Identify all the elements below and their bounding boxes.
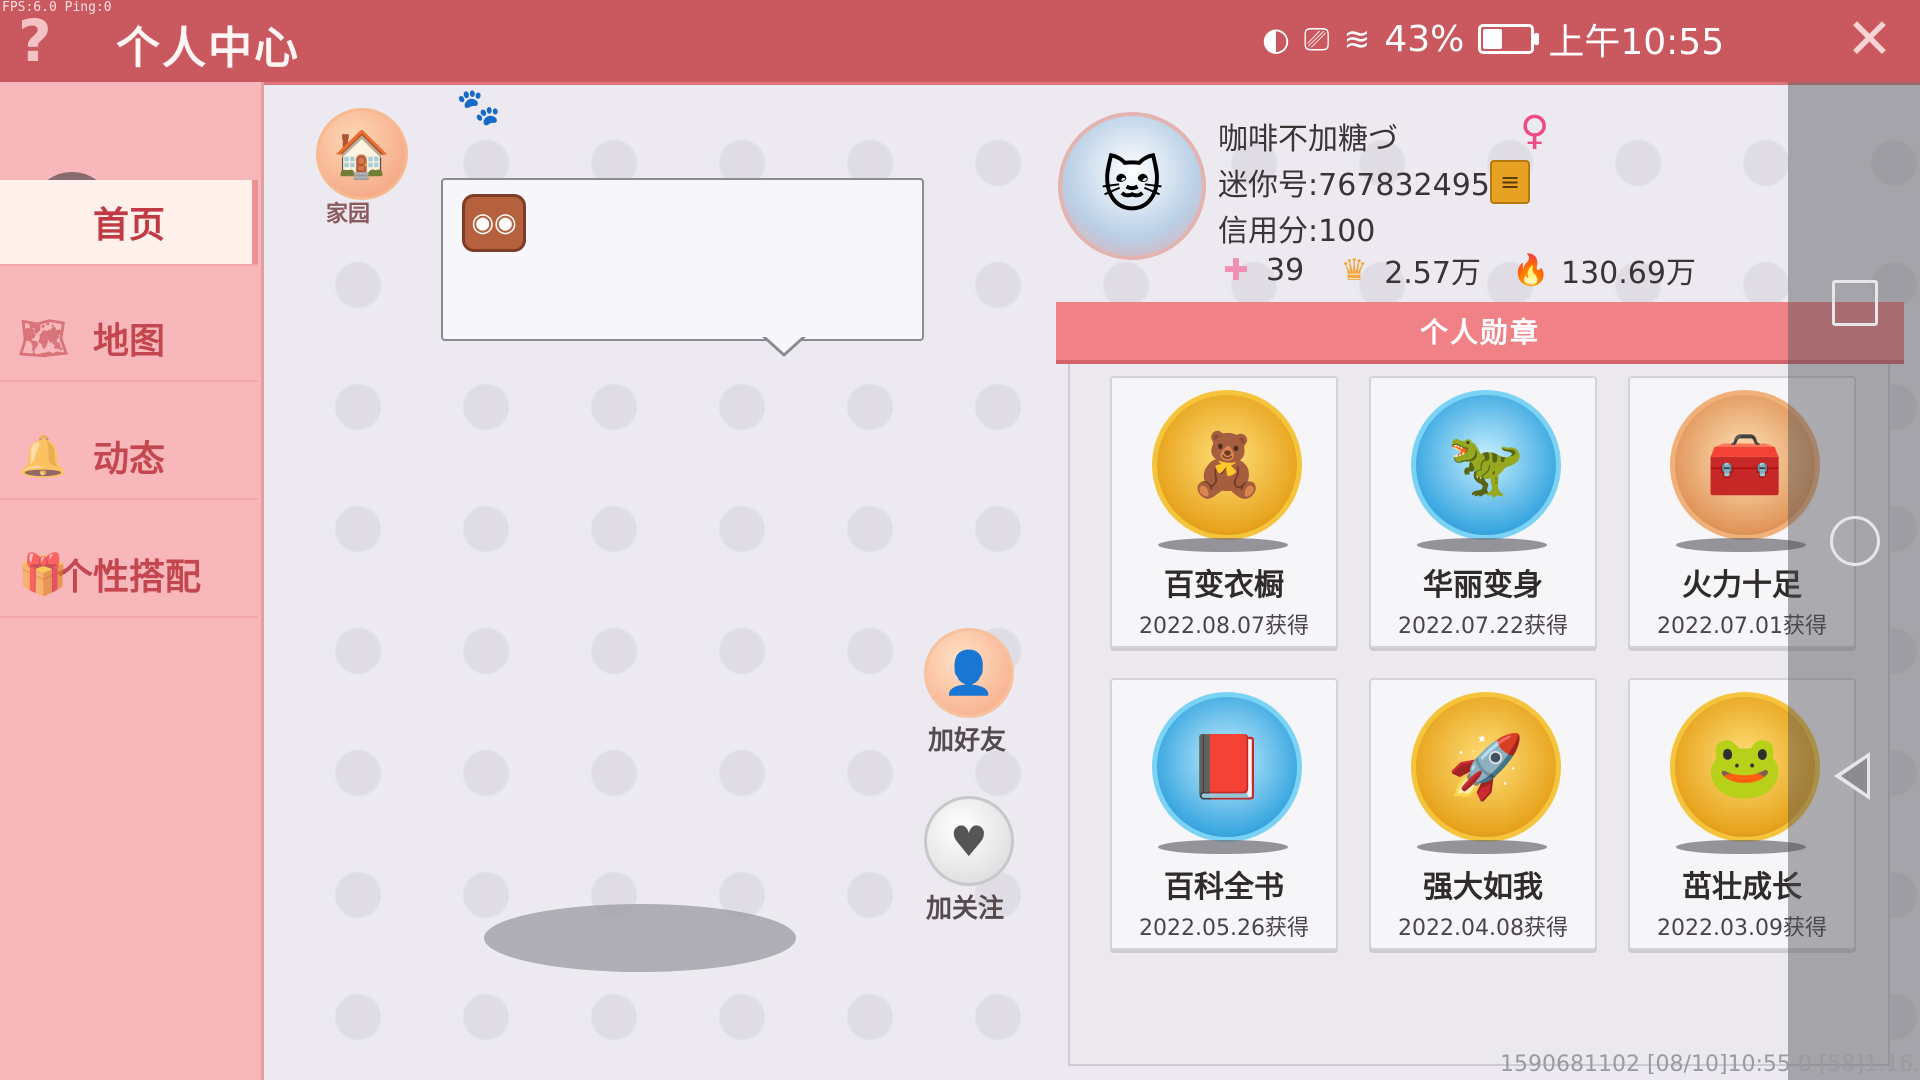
speech-bubble-tail-fill bbox=[764, 335, 804, 353]
mini-avatar-icon: ◉◉ bbox=[462, 194, 526, 252]
character-shadow bbox=[484, 904, 796, 972]
medal-date: 2022.05.26获得 bbox=[1139, 916, 1309, 941]
profile-stats: ✚ 39 ♛ 2.57万 🔥 130.69万 bbox=[1216, 248, 1726, 292]
system-status-bar: ◐ ⎚ ≋ 43% 上午10:55 bbox=[1262, 14, 1724, 64]
medal-name: 强大如我 bbox=[1423, 870, 1543, 905]
home-button[interactable]: 🏠 bbox=[316, 108, 408, 200]
sidebar-item-label: 个性搭配 bbox=[56, 557, 201, 598]
add-friend-button[interactable]: 👤 bbox=[924, 628, 1014, 718]
medal-shadow bbox=[1158, 538, 1288, 552]
pet-icon: 🐾 bbox=[456, 87, 501, 128]
nickname: 咖啡不加糖づ bbox=[1218, 122, 1398, 157]
medal-shadow bbox=[1417, 538, 1547, 552]
medal-encyclopedia-icon: 📕 bbox=[1152, 692, 1302, 842]
system-nav-overlay bbox=[1788, 82, 1920, 1080]
copy-id-button[interactable]: ≡ bbox=[1490, 160, 1530, 204]
follow-button[interactable]: ♥ bbox=[924, 796, 1014, 886]
character-portrait-icon: 🐱 bbox=[1100, 151, 1164, 221]
medal-card[interactable]: 🦖 华丽变身 2022.07.22获得 bbox=[1369, 376, 1597, 648]
medal-card[interactable]: 📕 百科全书 2022.05.26获得 bbox=[1110, 678, 1338, 950]
house-icon: 🏠 bbox=[333, 126, 391, 181]
medal-transform-icon: 🦖 bbox=[1411, 390, 1561, 540]
bell-icon: 🔔 bbox=[18, 433, 68, 480]
sidebar: 首页 🗺 地图 🔔 动态 🎁 个性搭配 bbox=[0, 82, 264, 1080]
medal-shadow bbox=[1158, 840, 1288, 854]
badge-count: 39 bbox=[1266, 252, 1305, 288]
heat-count: 130.69万 bbox=[1560, 256, 1696, 291]
page-title: 个人中心 bbox=[116, 23, 300, 74]
sidebar-item-outfit[interactable]: 🎁 个性搭配 bbox=[0, 532, 258, 618]
fire-icon: 🔥 bbox=[1512, 252, 1550, 288]
sidebar-item-label: 动态 bbox=[92, 439, 165, 480]
battery-level bbox=[1483, 29, 1503, 49]
clock: 上午10:55 bbox=[1548, 22, 1725, 63]
medal-name: 百变衣橱 bbox=[1164, 568, 1284, 603]
medal-date: 2022.08.07获得 bbox=[1139, 614, 1309, 639]
wardrobe-icon: 🎁 bbox=[18, 551, 68, 598]
home-nav-icon[interactable] bbox=[1830, 516, 1880, 566]
medal-card[interactable]: 🧸 百变衣橱 2022.08.07获得 bbox=[1110, 376, 1338, 648]
medal-strong-icon: 🚀 bbox=[1411, 692, 1561, 842]
sidebar-item-map[interactable]: 🗺 地图 bbox=[0, 296, 258, 382]
back-icon-inner bbox=[1841, 758, 1867, 794]
trophy-icon: ♛ bbox=[1340, 252, 1368, 288]
data-saver-icon: ◐ bbox=[1262, 20, 1290, 58]
cast-icon: ⎚ bbox=[1303, 19, 1330, 58]
help-icon[interactable]: ? bbox=[18, 10, 74, 72]
sidebar-item-label: 首页 bbox=[92, 205, 165, 246]
home-label: 家园 bbox=[326, 202, 371, 227]
mini-id: 迷你号:767832495 bbox=[1218, 168, 1490, 203]
popularity-count: 2.57万 bbox=[1384, 256, 1481, 291]
sidebar-item-feed[interactable]: 🔔 动态 bbox=[0, 414, 258, 500]
map-icon: 🗺 bbox=[18, 315, 69, 362]
female-gender-icon: ♀ bbox=[1520, 108, 1550, 154]
medal-panel-title: 个人勋章 bbox=[1056, 302, 1904, 364]
medal-shadow bbox=[1676, 538, 1806, 552]
heart-icon: ♥ bbox=[950, 816, 988, 866]
medal-shadow bbox=[1417, 840, 1547, 854]
credit-score: 信用分:100 bbox=[1218, 214, 1376, 249]
medal-name: 华丽变身 bbox=[1423, 568, 1543, 603]
medal-date: 2022.04.08获得 bbox=[1398, 916, 1568, 941]
close-icon[interactable]: ✕ bbox=[1846, 10, 1893, 70]
add-friend-label: 加好友 bbox=[928, 726, 1007, 756]
follow-label: 加关注 bbox=[926, 894, 1005, 924]
medal-date: 2022.07.22获得 bbox=[1398, 614, 1568, 639]
medal-shadow bbox=[1676, 840, 1806, 854]
wifi-icon: ≋ bbox=[1343, 20, 1371, 58]
battery-icon bbox=[1478, 24, 1540, 54]
add-user-icon: 👤 bbox=[942, 648, 996, 697]
sidebar-item-home[interactable]: 首页 bbox=[0, 180, 258, 266]
battery-percent: 43% bbox=[1384, 18, 1465, 60]
debug-footer: 1590681102 [08/10]10:55 0 [58]1.16.2 bbox=[1500, 1052, 1920, 1077]
sidebar-item-label: 地图 bbox=[92, 321, 165, 362]
copy-icon: ≡ bbox=[1499, 168, 1521, 196]
badge-icon: ✚ bbox=[1223, 252, 1249, 288]
recent-apps-icon[interactable] bbox=[1832, 280, 1878, 326]
medal-name: 百科全书 bbox=[1164, 870, 1284, 905]
medal-wardrobe-icon: 🧸 bbox=[1152, 390, 1302, 540]
medal-card[interactable]: 🚀 强大如我 2022.04.08获得 bbox=[1369, 678, 1597, 950]
profile-avatar[interactable]: 🐱 bbox=[1058, 112, 1206, 260]
